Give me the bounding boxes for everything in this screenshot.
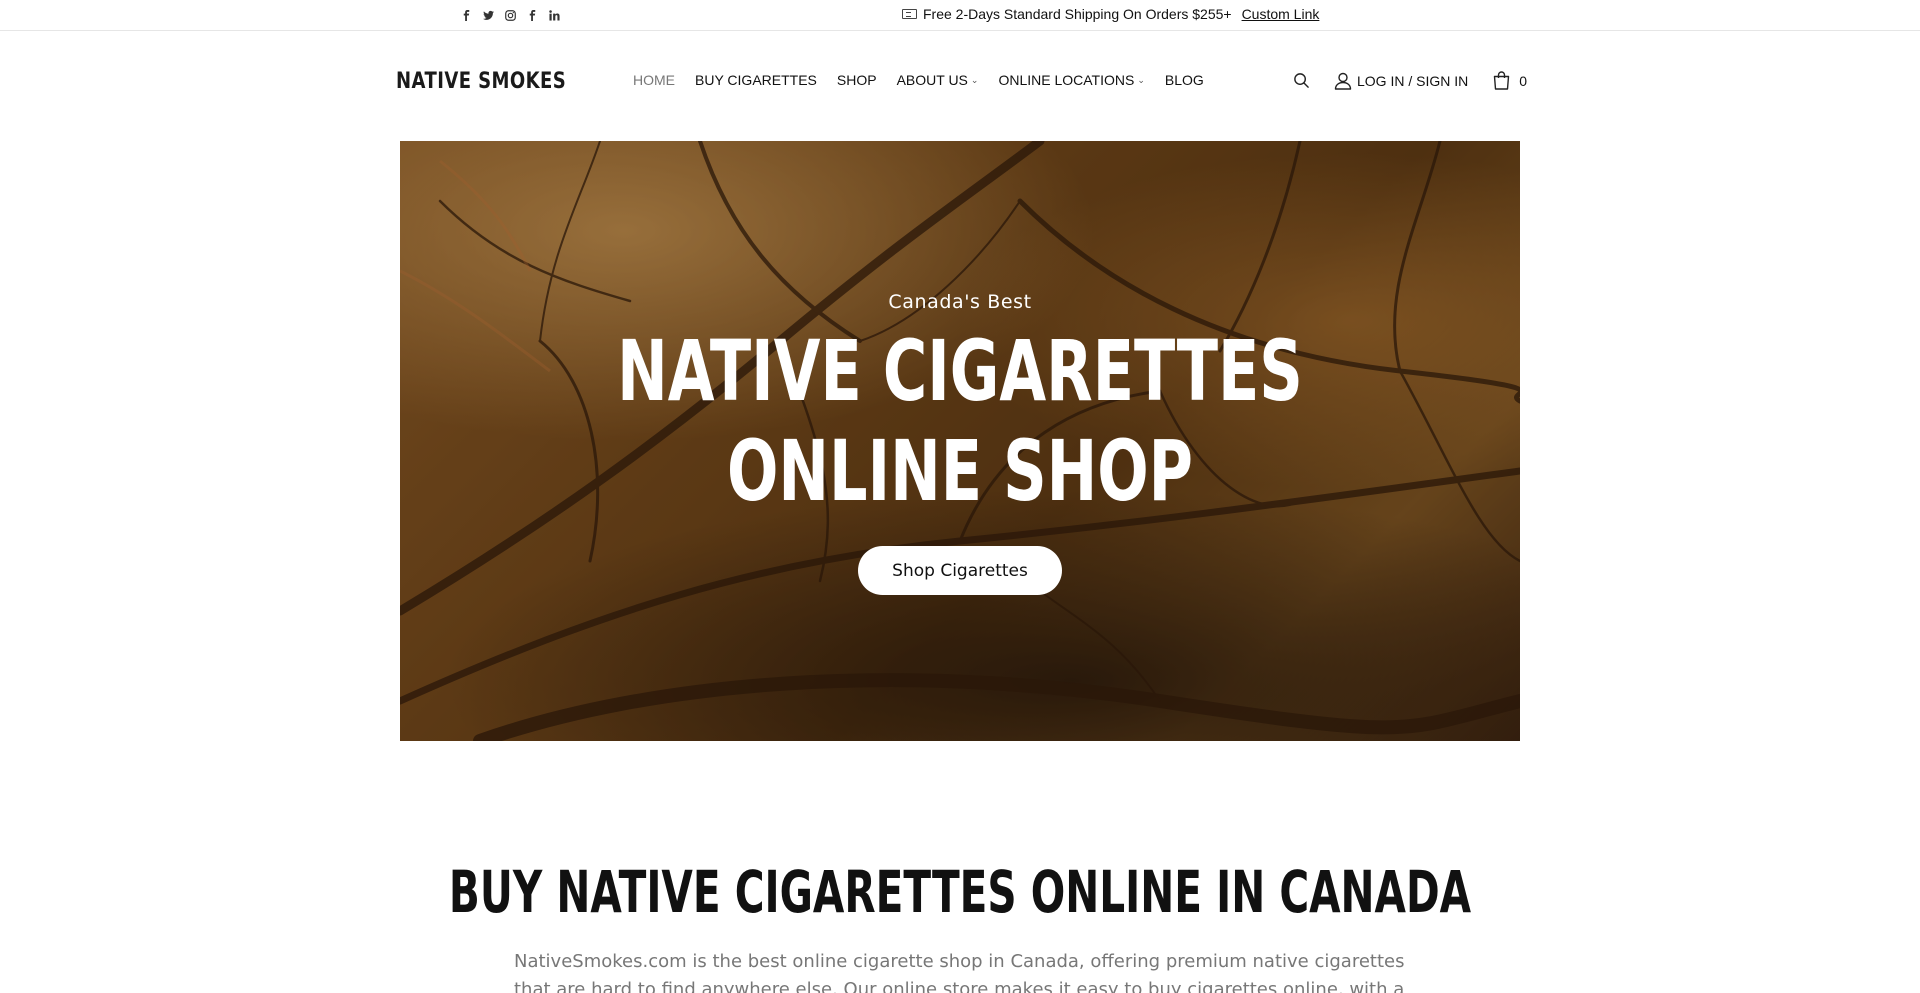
facebook-icon[interactable] — [455, 7, 477, 23]
cart-button[interactable]: 0 — [1493, 71, 1527, 90]
shop-cigarettes-button[interactable]: Shop Cigarettes — [858, 546, 1062, 595]
social-links — [455, 7, 565, 23]
header-actions: LOG IN / SIGN IN 0 — [1293, 71, 1527, 90]
section-paragraph: NativeSmokes.com is the best online ciga… — [514, 951, 1405, 993]
site-logo[interactable]: NATIVE SMOKES — [396, 69, 566, 94]
nav-label: BUY CIGARETTES — [695, 72, 817, 88]
login-link[interactable]: LOG IN / SIGN IN — [1334, 72, 1468, 90]
login-label: LOG IN / SIGN IN — [1357, 72, 1469, 89]
hero-title-line-2: ONLINE SHOP — [727, 422, 1193, 520]
cart-count: 0 — [1519, 72, 1528, 89]
nav-item-about-us[interactable]: ABOUT US ⌄ — [897, 72, 979, 88]
nav-label: SHOP — [836, 72, 877, 88]
nav-label: HOME — [633, 72, 675, 88]
shipping-announcement: Free 2-Days Standard Shipping On Orders … — [902, 6, 1319, 22]
nav-item-home[interactable]: HOME — [633, 72, 675, 88]
ticket-icon — [902, 9, 917, 19]
announcement-bar: Free 2-Days Standard Shipping On Orders … — [0, 0, 1920, 31]
chevron-down-icon: ⌄ — [970, 74, 979, 85]
nav-item-shop[interactable]: SHOP — [837, 72, 877, 88]
hero-eyebrow: Canada's Best — [888, 291, 1032, 313]
section-heading: BUY NATIVE CIGARETTES ONLINE IN CANADA — [448, 858, 1472, 926]
site-header: NATIVE SMOKES HOME BUY CIGARETTES SHOP A… — [0, 31, 1920, 131]
custom-link[interactable]: Custom Link — [1242, 6, 1320, 22]
hero-title: NATIVE CIGARETTES ONLINE SHOP — [557, 321, 1363, 521]
announcement-text: Free 2-Days Standard Shipping On Orders … — [923, 6, 1232, 22]
nav-item-buy-cigarettes[interactable]: BUY CIGARETTES — [695, 72, 817, 88]
hero-title-line-1: NATIVE CIGARETTES — [617, 322, 1303, 420]
chevron-down-icon: ⌄ — [1137, 74, 1145, 85]
facebook-alt-icon[interactable] — [521, 7, 543, 23]
user-icon — [1334, 72, 1352, 90]
nav-label: BLOG — [1164, 72, 1204, 88]
hero-banner: Canada's Best NATIVE CIGARETTES ONLINE S… — [400, 141, 1520, 741]
twitter-icon[interactable] — [477, 7, 499, 23]
nav-item-blog[interactable]: BLOG — [1165, 72, 1204, 88]
main-nav: HOME BUY CIGARETTES SHOP ABOUT US ⌄ ONLIN… — [633, 72, 1224, 88]
nav-label: ONLINE LOCATIONS — [998, 72, 1135, 88]
shopping-bag-icon — [1494, 71, 1510, 90]
nav-label: ABOUT US — [896, 72, 968, 88]
linkedin-icon[interactable] — [543, 7, 565, 23]
instagram-icon[interactable] — [499, 7, 521, 23]
search-icon[interactable] — [1293, 72, 1310, 89]
nav-item-online-locations[interactable]: ONLINE LOCATIONS ⌄ — [998, 72, 1144, 88]
